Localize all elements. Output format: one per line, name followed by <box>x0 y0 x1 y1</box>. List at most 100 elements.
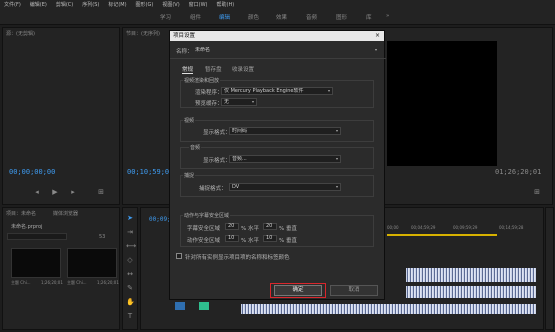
horizontal-label-2: % 水平 <box>241 238 259 244</box>
dialog-titlebar: 项目设置 × <box>170 31 384 41</box>
menu-clip[interactable]: 剪辑(C) <box>56 1 73 8</box>
chevron-down-icon: ▾ <box>374 47 377 52</box>
action-safe-vertical-input[interactable]: 10 <box>263 235 277 242</box>
vertical-label: % 垂直 <box>279 226 297 232</box>
title-safe-horizontal-input[interactable]: 20 <box>225 223 239 230</box>
step-back-icon[interactable]: ◂ <box>33 188 41 196</box>
pen-icon[interactable]: ✎ <box>126 284 134 292</box>
track-target-a1[interactable] <box>199 302 209 310</box>
clip-duration: 1;26;20;01 <box>41 280 63 285</box>
audio-clip-2[interactable] <box>241 304 536 314</box>
hand-icon[interactable]: ✋ <box>126 298 135 306</box>
ruler-label-3: 00;09;59;29 <box>453 225 478 230</box>
video-group-label: 视频 <box>183 117 196 124</box>
workspace-learn[interactable]: 学习 <box>160 13 171 21</box>
workspace-graphics[interactable]: 图形 <box>336 13 347 21</box>
razor-icon[interactable]: ◇ <box>126 256 134 264</box>
ruler-label-4: 00;14;59;28 <box>499 225 524 230</box>
show-names-label: 针对所有实例显示项目项的名称和标签颜色 <box>185 255 290 261</box>
menu-view[interactable]: 视图(V) <box>162 1 179 8</box>
name-label: 名称： <box>176 49 193 55</box>
video-group: 视频 显示格式： 时间码 ▾ <box>180 117 374 142</box>
menu-edit[interactable]: 编辑(E) <box>30 1 47 8</box>
workspace-effects[interactable]: 效果 <box>276 13 287 21</box>
project-settings-dialog: 项目设置 × 名称： 未命名 ▾ 常规 暂存盘 收录设置 视频渲染和回放 渲染程序… <box>169 30 386 300</box>
play-icon[interactable]: ▶ <box>51 188 59 196</box>
workspace-assembly[interactable]: 组件 <box>190 13 201 21</box>
title-safe-vertical-input[interactable]: 20 <box>263 223 277 230</box>
work-area-bar[interactable] <box>387 234 497 236</box>
preview-cache-label: 预览缓存： <box>195 101 223 107</box>
selection-tool-icon[interactable]: ➤ <box>126 214 134 222</box>
audio-format-select[interactable]: 音频... ▾ <box>229 155 341 163</box>
item-count: 53 <box>99 234 106 240</box>
type-icon[interactable]: T <box>126 312 134 320</box>
chevron-down-icon: ▾ <box>335 184 338 189</box>
workspace-audio[interactable]: 音频 <box>306 13 317 21</box>
workspace-libraries[interactable]: 库 <box>366 13 372 21</box>
title-safe-label: 字幕安全区域 <box>187 226 221 232</box>
project-name-field[interactable]: 未命名 ▾ <box>192 46 380 54</box>
workspace-more-icon[interactable]: » <box>386 13 389 19</box>
chevron-down-icon: ▾ <box>327 88 330 93</box>
project-panel: 项目：未命名 媒体浏览器 未命名.prproj 53 主题 Chi... 1;2… <box>2 207 120 330</box>
project-panel-title[interactable]: 项目：未命名 <box>6 210 36 217</box>
menu-help[interactable]: 帮助(H) <box>217 1 235 8</box>
show-names-checkbox[interactable] <box>176 253 182 259</box>
tab-general[interactable]: 常规 <box>182 65 194 74</box>
clip-name-2: 主题 Chi... <box>67 280 87 285</box>
project-search-input[interactable] <box>7 233 67 240</box>
capture-group-label: 捕捉 <box>183 172 196 179</box>
source-monitor: 源：(无剪辑) 00;00;00;00 ◂ ▶ ▸ ⊞ <box>2 27 120 205</box>
export-frame-icon-2[interactable]: ⊞ <box>533 188 541 196</box>
tab-scratch-disks[interactable]: 暂存盘 <box>205 65 222 73</box>
program-panel-title[interactable]: 节目：(无序列) <box>126 30 160 37</box>
track-select-icon[interactable]: ⇥ <box>126 228 134 236</box>
chevron-down-icon: ▾ <box>335 156 338 161</box>
menu-graphics[interactable]: 图形(G) <box>136 1 154 8</box>
video-format-select[interactable]: 时间码 ▾ <box>229 127 341 135</box>
video-format-label: 显示格式： <box>203 130 231 136</box>
renderer-select[interactable]: 仅 Mercury Playback Engine软件 ▾ <box>221 87 333 95</box>
capture-format-select[interactable]: DV ▾ <box>229 183 341 191</box>
ripple-edit-icon[interactable]: ⟷ <box>126 242 136 250</box>
ruler-label: 00;00 <box>387 225 399 230</box>
safe-area-group-label: 动作与字幕安全区域 <box>183 212 231 219</box>
video-clip[interactable] <box>406 268 536 282</box>
step-forward-icon[interactable]: ▸ <box>69 188 77 196</box>
renderer-group-label: 视频渲染和回放 <box>183 77 221 84</box>
track-target-v1[interactable] <box>175 302 185 310</box>
menu-sequence[interactable]: 序列(S) <box>82 1 99 8</box>
clip-duration-2: 1;26;20;01 <box>97 280 119 285</box>
menu-marker[interactable]: 标记(M) <box>108 1 126 8</box>
audio-format-label: 显示格式： <box>203 158 231 164</box>
tab-ingest-settings[interactable]: 收录设置 <box>232 65 254 73</box>
source-timecode[interactable]: 00;00;00;00 <box>9 168 55 176</box>
menu-file[interactable]: 文件(F) <box>4 1 21 8</box>
action-safe-horizontal-input[interactable]: 10 <box>225 235 239 242</box>
close-icon[interactable]: × <box>375 31 380 41</box>
audio-group: 音频 显示格式： 音频... ▾ <box>180 144 374 169</box>
audio-meter <box>545 207 554 330</box>
workspace-bar: 学习 组件 编辑 颜色 效果 音频 图形 库 » <box>0 9 555 25</box>
menu-window[interactable]: 窗口(W) <box>189 1 208 8</box>
source-panel-title[interactable]: 源：(无剪辑) <box>6 30 35 37</box>
slip-icon[interactable]: ↔ <box>126 270 134 278</box>
cancel-button[interactable]: 取消 <box>330 285 378 296</box>
workspace-editing[interactable]: 编辑 <box>219 13 230 21</box>
safe-area-group: 动作与字幕安全区域 字幕安全区域 20 % 水平 20 % 垂直 动作安全区域 … <box>180 212 374 247</box>
clip-thumbnail-2[interactable] <box>67 248 117 278</box>
program-duration: 01;26;20;01 <box>495 168 542 176</box>
horizontal-label: % 水平 <box>241 226 259 232</box>
program-video-frame <box>387 41 497 166</box>
export-frame-icon[interactable]: ⊞ <box>97 188 105 196</box>
preview-cache-select[interactable]: 无 ▾ <box>221 98 257 106</box>
clip-thumbnail[interactable] <box>11 248 61 278</box>
media-browser-tab[interactable]: 媒体浏览器 <box>53 210 78 217</box>
ok-button[interactable]: 确定 <box>274 285 322 296</box>
audio-clip[interactable] <box>406 286 536 298</box>
workspace-color[interactable]: 颜色 <box>248 13 259 21</box>
program-timecode[interactable]: 00;10;59;00 <box>127 168 173 176</box>
capture-group: 捕捉 捕捉格式： DV ▾ <box>180 172 374 197</box>
action-safe-label: 动作安全区域 <box>187 238 221 244</box>
